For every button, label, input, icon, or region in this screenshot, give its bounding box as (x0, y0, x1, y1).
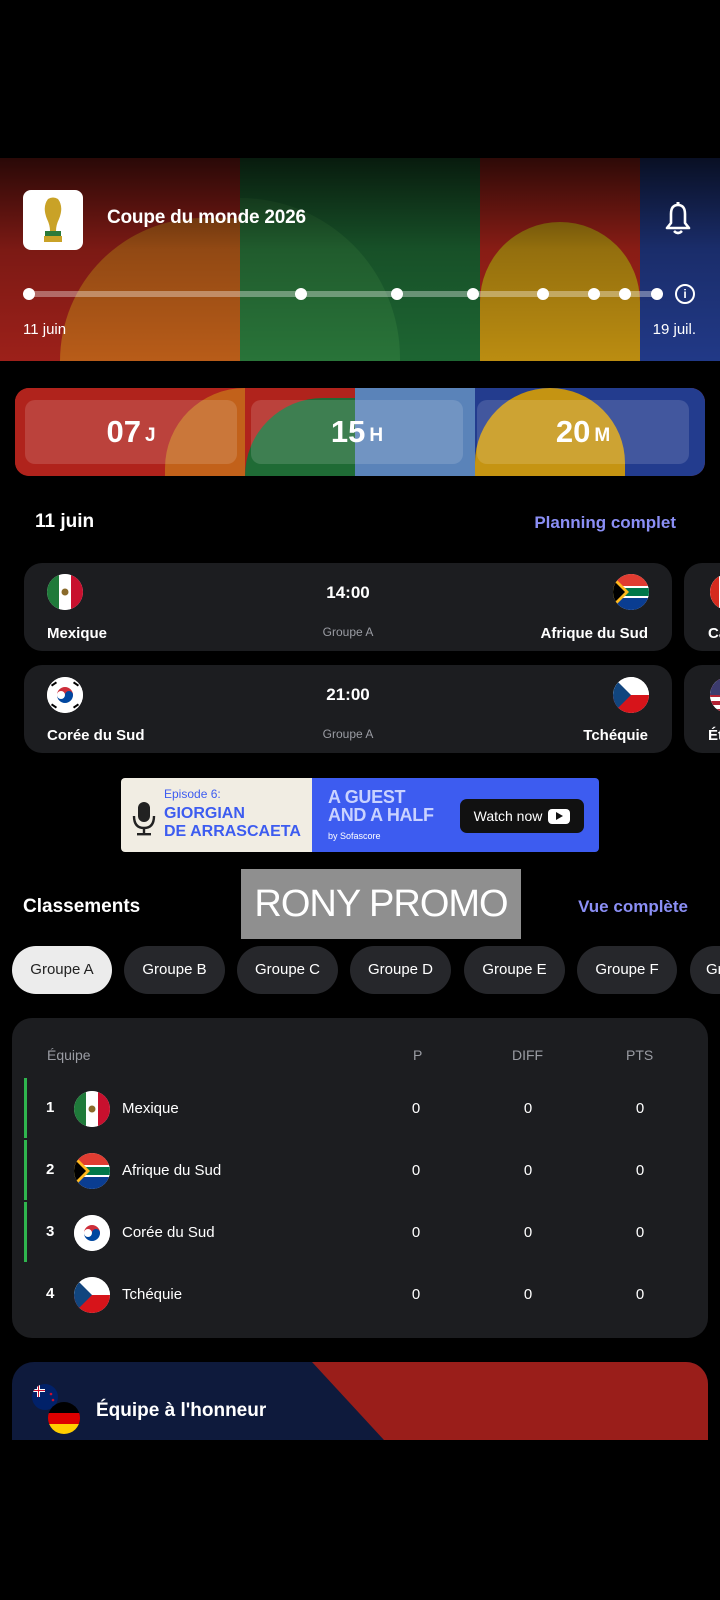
timeline-dot (295, 288, 307, 300)
schedule-date: 11 juin (35, 511, 95, 532)
column-header-points: PTS (626, 1047, 654, 1063)
timeline-end-date: 19 juil. (652, 321, 696, 338)
watch-now-button[interactable]: Watch now (460, 799, 584, 833)
timeline-dot (23, 288, 35, 300)
match-time: 21:00 (326, 685, 370, 704)
germany-flag-icon (48, 1402, 80, 1434)
full-schedule-link[interactable]: Planning complet (534, 513, 676, 533)
tab-group-c[interactable]: Groupe C (237, 946, 338, 994)
featured-team-card[interactable]: Équipe à l'honneur (12, 1362, 708, 1440)
team-name-partial: Ét (708, 727, 720, 744)
qualification-bar (24, 1202, 27, 1262)
world-cup-logo (23, 190, 83, 250)
match-card-next[interactable]: Ét (684, 665, 720, 753)
team-name-partial: Ca (708, 625, 720, 642)
standings-title: Classements (23, 896, 141, 917)
match-time: 14:00 (326, 583, 370, 602)
timeline-dot (537, 288, 549, 300)
bell-icon[interactable] (663, 202, 693, 236)
countdown-panel: 07 J 15 H 20 M (15, 388, 705, 476)
youtube-icon (548, 808, 571, 824)
timeline-dot (619, 288, 631, 300)
timeline-start-date: 11 juin (23, 321, 67, 338)
timeline-dot (391, 288, 403, 300)
ad-show-title: A GUEST AND A HALF (328, 787, 434, 825)
canada-flag-icon (710, 574, 720, 610)
tournament-timeline (29, 291, 657, 297)
away-team-name: Tchéquie (583, 727, 648, 744)
column-header-team: Équipe (47, 1047, 91, 1063)
ad-guest-name: GIORGIAN DE ARRASCAETA (164, 805, 301, 840)
podcast-ad-banner[interactable]: Episode 6: GIORGIAN DE ARRASCAETA A GUES… (121, 778, 599, 852)
full-standings-link[interactable]: Vue complète (578, 897, 688, 917)
page-title: Coupe du monde 2026 (107, 207, 306, 228)
tab-group-a[interactable]: Groupe A (12, 946, 112, 994)
tab-group-e[interactable]: Groupe E (464, 946, 565, 994)
trophy-icon (44, 197, 62, 242)
match-card[interactable]: Mexique 14:00 Groupe A Afrique du Sud (24, 563, 672, 651)
tab-group-f[interactable]: Groupe F (577, 946, 677, 994)
countdown-hours: 15 H (251, 400, 463, 464)
tab-group-next[interactable]: Gr (690, 946, 720, 994)
timeline-dot (588, 288, 600, 300)
czechia-flag-icon (74, 1277, 110, 1313)
microphone-icon (132, 802, 156, 836)
ad-episode-label: Episode 6: (164, 787, 221, 801)
table-row[interactable]: 4 Tchéquie 0 0 0 (12, 1264, 708, 1326)
countdown-days: 07 J (25, 400, 237, 464)
qualification-bar (24, 1078, 27, 1138)
tournament-header: Coupe du monde 2026 i 11 juin 19 juil. (0, 158, 720, 361)
promo-watermark: RONY PROMO (241, 869, 521, 939)
timeline-dot (467, 288, 479, 300)
tab-group-d[interactable]: Groupe D (350, 946, 451, 994)
south-korea-flag-icon (74, 1215, 110, 1251)
table-row[interactable]: 3 Corée du Sud 0 0 0 (12, 1202, 708, 1264)
south-africa-flag-icon (74, 1153, 110, 1189)
table-row[interactable]: 2 Afrique du Sud 0 0 0 (12, 1140, 708, 1202)
info-icon[interactable]: i (675, 284, 695, 304)
ad-sponsor: by Sofascore (328, 831, 381, 841)
timeline-dot (651, 288, 663, 300)
usa-flag-icon (710, 677, 720, 713)
match-card-next[interactable]: Ca (684, 563, 720, 651)
column-header-played: P (413, 1047, 423, 1063)
table-row[interactable]: 1 Mexique 0 0 0 (12, 1078, 708, 1140)
tab-group-b[interactable]: Groupe B (124, 946, 225, 994)
qualification-bar (24, 1140, 27, 1200)
away-team-name: Afrique du Sud (540, 625, 649, 642)
column-header-diff: DIFF (512, 1047, 544, 1063)
mexico-flag-icon (74, 1091, 110, 1127)
south-africa-flag-icon (613, 574, 649, 610)
match-card[interactable]: Corée du Sud 21:00 Groupe A Tchéquie (24, 665, 672, 753)
standings-table: Équipe P DIFF PTS 1 Mexique 0 0 0 2 Afri… (12, 1018, 708, 1338)
featured-team-title: Équipe à l'honneur (96, 1400, 267, 1421)
czechia-flag-icon (613, 677, 649, 713)
match-group: Groupe A (322, 727, 374, 741)
countdown-minutes: 20 M (477, 400, 689, 464)
